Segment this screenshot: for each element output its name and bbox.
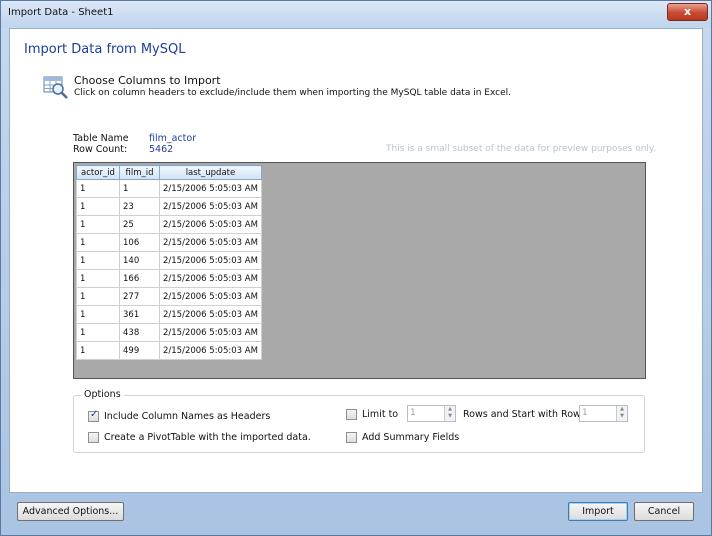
include-headers-checkbox[interactable] — [88, 409, 99, 422]
cell-film-id: 106 — [119, 233, 160, 252]
options-group: Options Include Column Names as Headers … — [73, 389, 645, 453]
cell-last-update: 2/15/2006 5:05:03 AM — [159, 341, 262, 360]
table-row: 1 25 2/15/2006 5:05:03 AM — [76, 215, 262, 234]
cell-actor-id: 1 — [76, 323, 120, 342]
limit-to-option[interactable]: Limit to — [346, 409, 398, 420]
window-title: Import Data - Sheet1 — [8, 7, 114, 18]
import-data-dialog: Import Data - Sheet1 x Import Data from … — [0, 0, 712, 536]
preview-grid-panel[interactable]: actor_id film_id last_update 1 1 2/15/2006… — [73, 162, 646, 379]
cell-actor-id: 1 — [76, 179, 120, 198]
advanced-options-button[interactable]: Advanced Options... — [17, 502, 124, 521]
button-bar: Advanced Options... Import Cancel — [1, 494, 711, 534]
options-legend: Options — [81, 389, 124, 400]
cell-film-id: 1 — [119, 179, 160, 198]
table-row: 1 438 2/15/2006 5:05:03 AM — [76, 323, 262, 342]
stepper-arrows-icon[interactable]: ▲ ▼ — [444, 406, 455, 421]
pivot-table-option[interactable]: Create a PivotTable with the imported da… — [88, 432, 311, 443]
title-bar[interactable]: Import Data - Sheet1 x — [1, 1, 711, 27]
table-row: 1 140 2/15/2006 5:05:03 AM — [76, 251, 262, 270]
cell-film-id: 438 — [119, 323, 160, 342]
start-row-stepper[interactable]: 1 ▲ ▼ — [579, 405, 628, 422]
cell-actor-id: 1 — [76, 251, 120, 270]
table-name-label: Table Name — [73, 133, 129, 144]
cell-film-id: 277 — [119, 287, 160, 306]
table-row: 1 166 2/15/2006 5:05:03 AM — [76, 269, 262, 288]
table-row: 1 277 2/15/2006 5:05:03 AM — [76, 287, 262, 306]
cell-last-update: 2/15/2006 5:05:03 AM — [159, 215, 262, 234]
close-icon: x — [683, 5, 692, 18]
cell-actor-id: 1 — [76, 233, 120, 252]
preview-grid: actor_id film_id last_update 1 1 2/15/2006… — [76, 165, 262, 360]
cell-film-id: 166 — [119, 269, 160, 288]
summary-fields-label: Add Summary Fields — [362, 432, 460, 443]
cell-last-update: 2/15/2006 5:05:03 AM — [159, 179, 262, 198]
column-header-film-id[interactable]: film_id — [119, 165, 160, 180]
cell-last-update: 2/15/2006 5:05:03 AM — [159, 323, 262, 342]
cell-last-update: 2/15/2006 5:05:03 AM — [159, 287, 262, 306]
row-count-value: 5462 — [149, 144, 174, 155]
include-headers-label: Include Column Names as Headers — [104, 411, 271, 422]
cell-last-update: 2/15/2006 5:05:03 AM — [159, 233, 262, 252]
start-row-value: 1 — [582, 408, 588, 418]
table-row: 1 1 2/15/2006 5:05:03 AM — [76, 179, 262, 198]
column-header-last-update[interactable]: last_update — [159, 165, 262, 180]
stepper-arrows-icon[interactable]: ▲ ▼ — [616, 406, 627, 421]
cell-last-update: 2/15/2006 5:05:03 AM — [159, 305, 262, 324]
limit-to-label: Limit to — [362, 409, 399, 420]
table-row: 1 499 2/15/2006 5:05:03 AM — [76, 341, 262, 360]
cell-actor-id: 1 — [76, 215, 120, 234]
cell-last-update: 2/15/2006 5:05:03 AM — [159, 269, 262, 288]
limit-rows-stepper[interactable]: 1 ▲ ▼ — [407, 405, 456, 422]
pivot-table-checkbox[interactable] — [88, 432, 99, 443]
cell-actor-id: 1 — [76, 305, 120, 324]
summary-fields-option[interactable]: Add Summary Fields — [346, 432, 459, 443]
table-row: 1 361 2/15/2006 5:05:03 AM — [76, 305, 262, 324]
database-table-icon — [43, 76, 68, 99]
cell-film-id: 23 — [119, 197, 160, 216]
choose-columns-title: Choose Columns to Import — [74, 74, 221, 87]
cancel-button[interactable]: Cancel — [634, 502, 694, 521]
cell-actor-id: 1 — [76, 287, 120, 306]
row-count-label: Row Count: — [73, 144, 128, 155]
cell-actor-id: 1 — [76, 197, 120, 216]
table-row: 1 106 2/15/2006 5:05:03 AM — [76, 233, 262, 252]
cell-actor-id: 1 — [76, 341, 120, 360]
page-title: Import Data from MySQL — [24, 42, 186, 57]
dialog-content: Import Data from MySQL Choose Columns to… — [9, 28, 703, 493]
import-button[interactable]: Import — [568, 502, 628, 521]
limit-to-checkbox[interactable] — [346, 409, 357, 420]
cell-last-update: 2/15/2006 5:05:03 AM — [159, 251, 262, 270]
rows-start-label: Rows and Start with Row — [463, 409, 581, 420]
cell-actor-id: 1 — [76, 269, 120, 288]
table-name-value: film_actor — [149, 133, 197, 144]
close-button[interactable]: x — [667, 3, 708, 21]
column-header-actor-id[interactable]: actor_id — [76, 165, 120, 180]
cell-last-update: 2/15/2006 5:05:03 AM — [159, 197, 262, 216]
limit-rows-value: 1 — [410, 408, 416, 418]
preview-note: This is a small subset of the data for p… — [386, 144, 656, 154]
include-headers-option[interactable]: Include Column Names as Headers — [88, 409, 271, 422]
cell-film-id: 25 — [119, 215, 160, 234]
cell-film-id: 361 — [119, 305, 160, 324]
cell-film-id: 140 — [119, 251, 160, 270]
pivot-table-label: Create a PivotTable with the imported da… — [104, 432, 311, 443]
cell-film-id: 499 — [119, 341, 160, 360]
summary-fields-checkbox[interactable] — [346, 432, 357, 443]
table-row: 1 23 2/15/2006 5:05:03 AM — [76, 197, 262, 216]
choose-columns-description: Click on column headers to exclude/inclu… — [74, 88, 511, 98]
